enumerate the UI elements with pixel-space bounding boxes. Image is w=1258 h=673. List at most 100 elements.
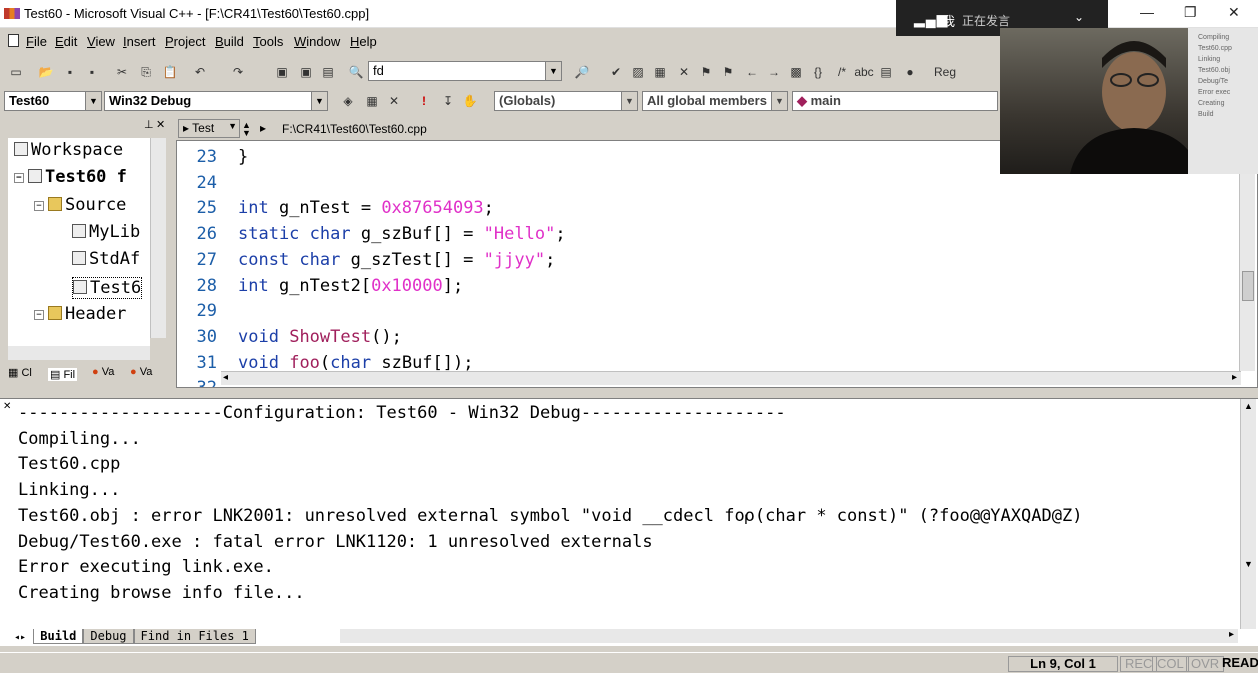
output-line[interactable]: Test60.cpp: [18, 452, 1082, 478]
collapse-icon[interactable]: −: [14, 173, 24, 183]
comment-icon[interactable]: /*: [832, 62, 852, 82]
code-line[interactable]: int g_nTest = 0x87654093;: [238, 196, 494, 222]
horizontal-scrollbar[interactable]: ◂ ▸: [221, 371, 1241, 385]
file-dropdown[interactable]: ▸ Test ▼: [178, 119, 240, 138]
menu-help[interactable]: Help: [350, 34, 377, 49]
tree-header-folder[interactable]: − Header: [34, 304, 126, 324]
scroll-left-icon[interactable]: ◂: [223, 372, 228, 383]
browse-icon[interactable]: ▩: [786, 62, 806, 82]
tab-debug[interactable]: Debug: [83, 629, 134, 644]
tools-icon[interactable]: ✕: [674, 62, 694, 82]
tab-fileview[interactable]: ▤ Fil: [48, 368, 78, 381]
scroll-up-icon[interactable]: ▲: [1244, 401, 1253, 411]
scroll-down-icon[interactable]: ▼: [1244, 559, 1253, 569]
goto-icon[interactable]: ⚑: [718, 62, 738, 82]
tab-vars[interactable]: ● Va: [92, 366, 114, 378]
output-line[interactable]: Error executing link.exe.: [18, 555, 1082, 581]
tree-file[interactable]: MyLib: [72, 222, 140, 242]
vertical-scrollbar[interactable]: ▲ ▼: [1240, 399, 1256, 629]
function-combo[interactable]: ◆ main: [792, 91, 998, 111]
members-combo[interactable]: All global members ▼: [642, 91, 788, 111]
code-line[interactable]: const char g_szTest[] = "jjyy";: [238, 248, 555, 274]
chevron-down-icon[interactable]: ▼: [85, 92, 101, 110]
close-icon[interactable]: ✕: [3, 401, 11, 412]
bookmark-icon[interactable]: ⚑: [696, 62, 716, 82]
tree-file-selected[interactable]: Test6: [72, 277, 143, 299]
tab-classview[interactable]: ▦ Cl: [8, 366, 32, 379]
config-combo[interactable]: Win32 Debug ▼: [104, 91, 328, 111]
output-toggle-icon[interactable]: ▣: [296, 62, 316, 82]
save-icon[interactable]: ▪: [60, 62, 80, 82]
window-icon[interactable]: ▦: [650, 62, 670, 82]
output-line[interactable]: Debug/Test60.exe : fatal error LNK1120: …: [18, 530, 1082, 556]
color-icon[interactable]: ●: [900, 62, 920, 82]
tab-find-in-files[interactable]: Find in Files 1: [133, 629, 256, 644]
folder-icon[interactable]: ▨: [628, 62, 648, 82]
window-list-icon[interactable]: ▤: [318, 62, 338, 82]
collapse-icon[interactable]: −: [34, 201, 44, 211]
output-line[interactable]: Linking...: [18, 478, 1082, 504]
open-icon[interactable]: 📂: [36, 62, 56, 82]
spell-icon[interactable]: abc: [854, 62, 874, 82]
minimize-icon[interactable]: —: [1140, 4, 1154, 20]
execute-icon[interactable]: !: [414, 91, 434, 111]
chevron-down-icon[interactable]: ▼: [311, 92, 327, 110]
menu-project[interactable]: Project: [165, 34, 205, 49]
menu-edit[interactable]: Edit: [55, 34, 77, 49]
breakpoint-icon[interactable]: ✋: [460, 91, 480, 111]
code-editor[interactable]: 23} 24 25 int g_nTest = 0x87654093; 26 static…: [176, 140, 1258, 388]
output-line[interactable]: Test60.obj : error LNK2001: unresolved e…: [18, 504, 1082, 530]
go-icon[interactable]: ↧: [438, 91, 458, 111]
vertical-scrollbar[interactable]: [1239, 141, 1255, 371]
new-file-icon[interactable]: ▭: [6, 62, 26, 82]
reg-button[interactable]: Reg: [934, 62, 956, 82]
output-line[interactable]: Creating browse info file...: [18, 581, 1082, 607]
restore-icon[interactable]: ❐: [1184, 4, 1197, 21]
close-icon[interactable]: ✕: [156, 118, 165, 131]
scroll-right-icon[interactable]: ▸: [1229, 629, 1234, 640]
stop-build-icon[interactable]: ✕: [384, 91, 404, 111]
undo-icon[interactable]: ↶: [190, 62, 210, 82]
tree-project[interactable]: − Test60 f: [14, 167, 127, 187]
code-line[interactable]: int g_nTest2[0x10000];: [238, 274, 463, 300]
page-icon[interactable]: ▤: [876, 62, 896, 82]
menu-file[interactable]: File: [26, 34, 47, 49]
chevron-down-icon[interactable]: ▼: [771, 92, 787, 110]
cut-icon[interactable]: ✂: [112, 62, 132, 82]
tab-vars2[interactable]: ● Va: [130, 366, 152, 378]
collapse-icon[interactable]: −: [34, 310, 44, 320]
close-icon[interactable]: ✕: [1228, 4, 1240, 21]
horizontal-scrollbar[interactable]: ▸: [340, 629, 1238, 643]
chevron-down-icon[interactable]: ▼: [545, 62, 561, 80]
tree-workspace-root[interactable]: Workspace: [14, 140, 123, 160]
pin-icon[interactable]: ⊥: [144, 118, 154, 131]
save-all-icon[interactable]: ▪: [82, 62, 102, 82]
tab-scroll-icon[interactable]: ◂▸: [14, 632, 26, 643]
braces-icon[interactable]: {}: [808, 62, 828, 82]
tree-file[interactable]: StdAf: [72, 249, 140, 269]
paste-icon[interactable]: 📋: [160, 62, 180, 82]
vertical-scrollbar[interactable]: [150, 138, 166, 338]
spin-icon[interactable]: ▲ ▼: [242, 121, 251, 138]
find-combo[interactable]: fd ▼: [368, 61, 562, 81]
copy-icon[interactable]: ⎘: [136, 62, 156, 82]
find-icon[interactable]: 🔎: [572, 62, 592, 82]
output-line[interactable]: --------------------Configuration: Test6…: [18, 401, 1082, 427]
chevron-down-icon[interactable]: ⌄: [1074, 10, 1084, 24]
redo-icon[interactable]: ↷: [228, 62, 248, 82]
scroll-thumb[interactable]: [1242, 271, 1254, 301]
compile-icon[interactable]: ◈: [338, 91, 358, 111]
menu-window[interactable]: Window: [294, 34, 340, 49]
menu-tools[interactable]: Tools: [253, 34, 283, 49]
forward-icon[interactable]: →: [764, 62, 784, 82]
find-in-files-icon[interactable]: 🔍: [346, 62, 366, 82]
workspace-toggle-icon[interactable]: ▣: [272, 62, 292, 82]
menu-view[interactable]: View: [87, 34, 115, 49]
menu-insert[interactable]: Insert: [123, 34, 156, 49]
build-icon[interactable]: ▦: [362, 91, 382, 111]
class-wizard-icon[interactable]: ✔: [606, 62, 626, 82]
scope-combo[interactable]: (Globals) ▼: [494, 91, 638, 111]
code-line[interactable]: void ShowTest();: [238, 325, 402, 351]
scroll-right-icon[interactable]: ▸: [1232, 372, 1237, 383]
tree-source-folder[interactable]: − Source: [34, 195, 126, 215]
